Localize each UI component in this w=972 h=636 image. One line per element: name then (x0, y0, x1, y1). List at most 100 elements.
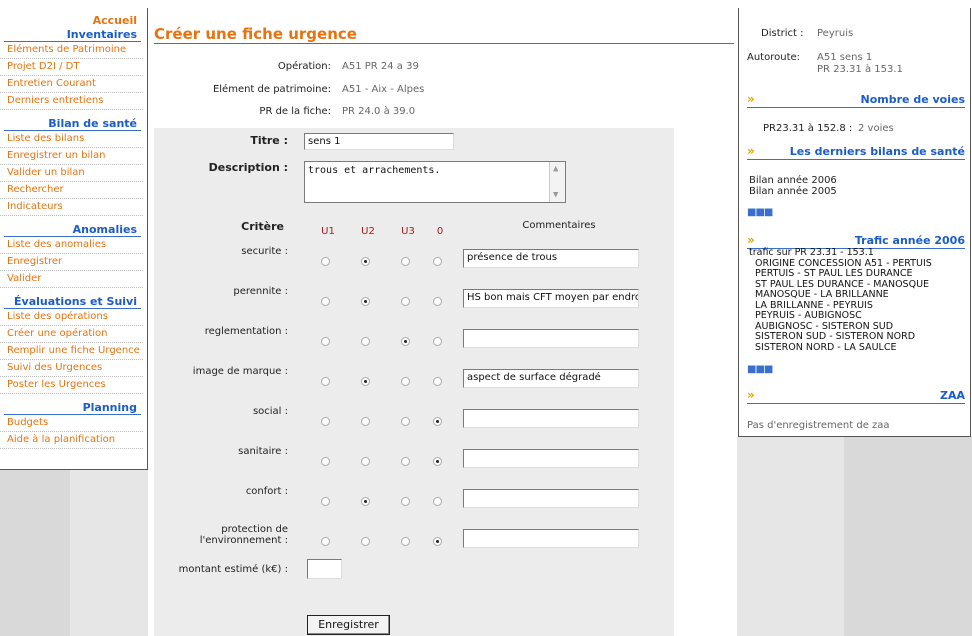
more-icon[interactable]: ■■■ (747, 364, 773, 375)
criterion-radio-u1[interactable] (321, 297, 330, 306)
criterion-radio-0[interactable] (433, 337, 442, 346)
trafic-line: MANOSQUE - LA BRILLANNE (755, 289, 889, 300)
col-header-0: 0 (436, 226, 444, 237)
criterion-radio-0[interactable] (433, 297, 442, 306)
criterion-radio-u1[interactable] (321, 377, 330, 386)
col-header-u2: U2 (361, 226, 375, 237)
nav-item-liste-bilans[interactable]: Liste des bilans (0, 131, 143, 148)
info-pr: PR de la fiche: PR 24.0 à 39.0 (150, 106, 672, 118)
criterion-comment-input[interactable] (463, 489, 639, 508)
titre-label: Titre : (250, 134, 288, 147)
bilans-title[interactable]: Les derniers bilans de santé (790, 145, 965, 158)
criterion-radio-u2[interactable] (361, 537, 370, 546)
criterion-radio-u3[interactable] (401, 257, 410, 266)
criterion-comment-input[interactable] (463, 409, 639, 428)
criterion-comment-input[interactable]: présence de trous (463, 249, 639, 268)
criterion-radio-u2[interactable] (361, 337, 370, 346)
criterion-radio-0[interactable] (433, 457, 442, 466)
textarea-scrollbar[interactable]: ▲ ▼ (549, 162, 565, 202)
criterion-radio-u3[interactable] (401, 297, 410, 306)
criterion-radio-u1[interactable] (321, 417, 330, 426)
nav-item-rechercher[interactable]: Rechercher (0, 182, 143, 199)
autoroute-label: Autoroute: (747, 52, 801, 63)
description-textarea[interactable]: trous et arrachements. ▲ ▼ (304, 161, 566, 203)
col-header-u3: U3 (401, 226, 415, 237)
nav-item-liste-operations[interactable]: Liste des opérations (0, 309, 143, 326)
nav-item-valider-bilan[interactable]: Valider un bilan (0, 165, 143, 182)
nav-item-remplir-fiche-urgence[interactable]: Remplir une fiche Urgence (0, 343, 143, 360)
criterion-radio-u1[interactable] (321, 497, 330, 506)
montant-input[interactable] (307, 559, 342, 579)
enregistrer-button[interactable]: Enregistrer (307, 615, 390, 635)
criterion-radio-0[interactable] (433, 537, 442, 546)
nav-item-valider-anomalie[interactable]: Valider (0, 271, 143, 288)
nav-item-indicateurs[interactable]: Indicateurs (0, 199, 143, 216)
criterion-radio-0[interactable] (433, 257, 442, 266)
nav-item-poster-urgences[interactable]: Poster les Urgences (0, 377, 143, 394)
nav-item-entretien-courant[interactable]: Entretien Courant (0, 76, 143, 93)
criterion-radio-u2[interactable] (361, 297, 370, 306)
trafic-line: PERTUIS - ST PAUL LES DURANCE (755, 268, 913, 279)
nav-item-enregistrer-bilan[interactable]: Enregistrer un bilan (0, 148, 143, 165)
nav-item-liste-anomalies[interactable]: Liste des anomalies (0, 237, 143, 254)
nav-item-creer-operation[interactable]: Créer une opération (0, 326, 143, 343)
trafic-line: SISTERON NORD - LA SAULCE (755, 341, 897, 353)
criterion-comment-input[interactable] (463, 529, 639, 548)
criterion-radio-u1[interactable] (321, 257, 330, 266)
criterion-comment-input[interactable]: HS bon mais CFT moyen par endroits (463, 289, 639, 308)
criterion-radio-u1[interactable] (321, 457, 330, 466)
col-header-u1: U1 (321, 226, 335, 237)
nav-item-budgets[interactable]: Budgets (0, 415, 143, 432)
criterion-label: sanitaire : (238, 446, 288, 457)
district-label: District : (761, 28, 804, 39)
criterion-radio-0[interactable] (433, 497, 442, 506)
bilan-item[interactable]: Bilan année 2005 (749, 186, 837, 197)
criterion-radio-u3[interactable] (401, 497, 410, 506)
criterion-radio-u2[interactable] (361, 457, 370, 466)
criterion-radio-u3[interactable] (401, 337, 410, 346)
criterion-radio-u1[interactable] (321, 337, 330, 346)
trafic-title[interactable]: Trafic année 2006 (855, 234, 965, 247)
zaa-header: » ZAA (747, 388, 965, 404)
description-label: Description : (208, 161, 288, 174)
criterion-radio-u2[interactable] (361, 417, 370, 426)
nav-item-suivi-urgences[interactable]: Suivi des Urgences (0, 360, 143, 377)
criterion-radio-0[interactable] (433, 417, 442, 426)
main-content: Créer une fiche urgence Opération: A51 P… (150, 8, 735, 636)
nav-item-enregistrer-anomalie[interactable]: Enregistrer (0, 254, 143, 271)
criterion-label: confort : (245, 486, 288, 497)
criterion-radio-u3[interactable] (401, 417, 410, 426)
criterion-label: social : (252, 406, 288, 417)
info-element: Elément de patrimoine: A51 - Aix - Alpes (150, 84, 672, 96)
nav-item-elements-patrimoine[interactable]: Eléments de Patrimoine (0, 42, 143, 59)
double-arrow-icon: » (747, 144, 755, 158)
criterion-radio-u2[interactable] (361, 257, 370, 266)
voies-title: Nombre de voies (860, 93, 965, 106)
voies-header: » Nombre de voies (747, 92, 965, 108)
criterion-radio-u3[interactable] (401, 377, 410, 386)
trafic-line: SISTERON SUD - SISTERON NORD (755, 331, 916, 342)
bilan-item[interactable]: Bilan année 2006 (749, 175, 837, 186)
zaa-text: Pas d'enregistrement de zaa (747, 420, 890, 431)
more-icon[interactable]: ■■■ (747, 207, 773, 218)
nav-accueil-link[interactable]: Accueil (0, 14, 147, 28)
criterion-comment-input[interactable] (463, 449, 639, 468)
urgence-form: Titre : sens 1 Description : trous et ar… (154, 128, 674, 636)
criterion-label: securite : (241, 246, 288, 257)
nav-item-aide-planification[interactable]: Aide à la planification (0, 432, 143, 449)
criterion-radio-u1[interactable] (321, 537, 330, 546)
scroll-up-icon[interactable]: ▲ (553, 164, 558, 174)
scroll-down-icon[interactable]: ▼ (553, 190, 558, 200)
nav-item-derniers-entretiens[interactable]: Derniers entretiens (0, 93, 143, 110)
criterion-radio-u3[interactable] (401, 457, 410, 466)
criterion-radio-u2[interactable] (361, 377, 370, 386)
titre-input[interactable]: sens 1 (304, 133, 454, 150)
criterion-comment-input[interactable]: aspect de surface dégradé (463, 369, 639, 388)
nav-item-projet-d2i[interactable]: Projet D2I / DT (0, 59, 143, 76)
criterion-radio-u3[interactable] (401, 537, 410, 546)
criterion-label: protection de l'environnement : (199, 524, 288, 546)
info-operation: Opération: A51 PR 24 a 39 (150, 61, 672, 73)
criterion-radio-0[interactable] (433, 377, 442, 386)
criterion-comment-input[interactable] (463, 329, 639, 348)
criterion-radio-u2[interactable] (361, 497, 370, 506)
